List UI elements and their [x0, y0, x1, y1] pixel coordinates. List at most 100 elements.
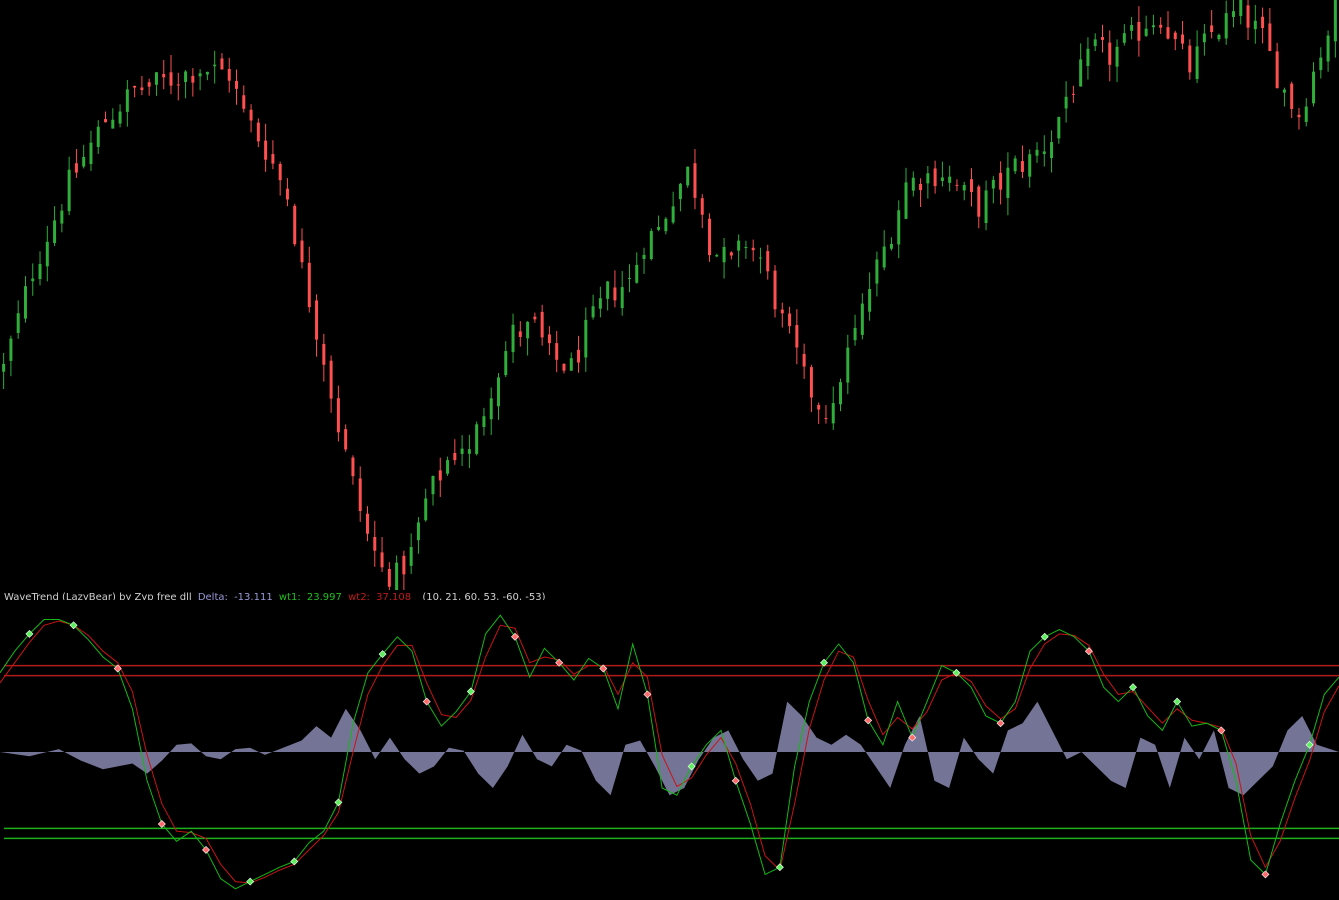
candle-body	[409, 547, 413, 566]
candle-body	[1188, 45, 1192, 73]
candle-body	[562, 363, 566, 371]
candle-body	[926, 173, 930, 184]
candle-body	[169, 72, 173, 86]
candle-body	[147, 82, 151, 87]
candle-body	[671, 206, 675, 223]
candle-body	[82, 156, 86, 167]
candle-body	[154, 72, 158, 85]
candle-body	[96, 126, 100, 147]
candle-body	[773, 270, 777, 310]
candle-body	[446, 460, 450, 474]
candle-body	[220, 58, 224, 70]
candle-body	[1093, 39, 1097, 47]
candle-body	[984, 190, 988, 224]
candle-body	[1253, 20, 1257, 30]
candle-body	[882, 246, 886, 268]
candle-body	[504, 351, 508, 376]
candle-body	[1115, 46, 1119, 67]
candle-body	[657, 227, 661, 230]
candle-body	[962, 184, 966, 191]
candle-body	[402, 555, 406, 575]
candle-body	[569, 358, 573, 371]
candle-body	[431, 475, 435, 495]
candle-body	[482, 416, 486, 427]
candle-body	[977, 186, 981, 217]
candle-body	[555, 343, 559, 360]
candle-body	[1006, 167, 1010, 198]
candle-body	[970, 179, 974, 192]
candle-body	[227, 68, 231, 81]
candle-body	[67, 169, 71, 212]
candle-body	[693, 163, 697, 198]
candle-body	[613, 287, 617, 301]
candle	[686, 166, 690, 188]
candle-body	[642, 254, 646, 259]
candle-body	[1195, 46, 1199, 80]
candle-body	[547, 334, 551, 344]
candle-body	[16, 313, 20, 333]
candle-body	[60, 210, 64, 224]
candle-body	[722, 246, 726, 263]
candle-body	[1319, 57, 1323, 71]
candle-body	[387, 569, 391, 587]
candle-body	[45, 241, 49, 267]
candle	[475, 421, 479, 456]
candle-body	[802, 354, 806, 367]
candle-body	[191, 75, 195, 83]
candle-body	[955, 184, 959, 186]
candle-body	[1020, 161, 1024, 172]
candle-body	[438, 470, 442, 481]
candle-body	[780, 309, 784, 314]
candle-body	[620, 287, 624, 309]
candle-body	[380, 552, 384, 568]
candle	[649, 228, 653, 261]
candle-body	[868, 289, 872, 312]
candle-body	[2, 363, 6, 372]
candle-body	[1333, 0, 1337, 42]
candle-body	[1035, 149, 1039, 156]
candle-body	[53, 220, 57, 244]
candle-body	[511, 324, 515, 353]
candle-body	[453, 453, 457, 461]
candle-body	[839, 382, 843, 405]
candle-body	[351, 457, 355, 477]
price-chart	[0, 0, 1339, 590]
candle-body	[1050, 142, 1054, 159]
candle-body	[1137, 21, 1141, 41]
candle-body	[249, 109, 253, 121]
candle-body	[358, 478, 362, 512]
candle-body	[860, 303, 864, 335]
candle-body	[897, 210, 901, 245]
candle-body	[23, 286, 27, 319]
candle-body	[1042, 151, 1046, 155]
candle-body	[715, 254, 719, 257]
candle-body	[1159, 24, 1163, 28]
candle-body	[1071, 93, 1075, 95]
candle-body	[533, 316, 537, 320]
candle-body	[133, 85, 137, 88]
candle-body	[205, 71, 209, 75]
candle-body	[467, 449, 471, 454]
candle-body	[1166, 27, 1170, 39]
candle-body	[729, 252, 733, 256]
candle-body	[1173, 32, 1177, 40]
candle-body	[1290, 83, 1294, 109]
candle-body	[1151, 25, 1155, 28]
candle-body	[788, 313, 792, 327]
candle-body	[1326, 35, 1330, 62]
candle-body	[758, 257, 762, 259]
candle-body	[1261, 16, 1265, 29]
candle-body	[300, 240, 304, 263]
candle-body	[162, 73, 166, 78]
candle-body	[809, 367, 813, 398]
candle-body	[853, 327, 857, 341]
candle-body	[904, 182, 908, 219]
candle-body	[213, 64, 217, 67]
candle-body	[686, 166, 690, 186]
candle-body	[264, 140, 268, 160]
candle-body	[256, 122, 260, 142]
candle-body	[198, 73, 202, 77]
candle-body	[649, 231, 653, 260]
candle-body	[1144, 28, 1148, 36]
candle-body	[540, 311, 544, 338]
